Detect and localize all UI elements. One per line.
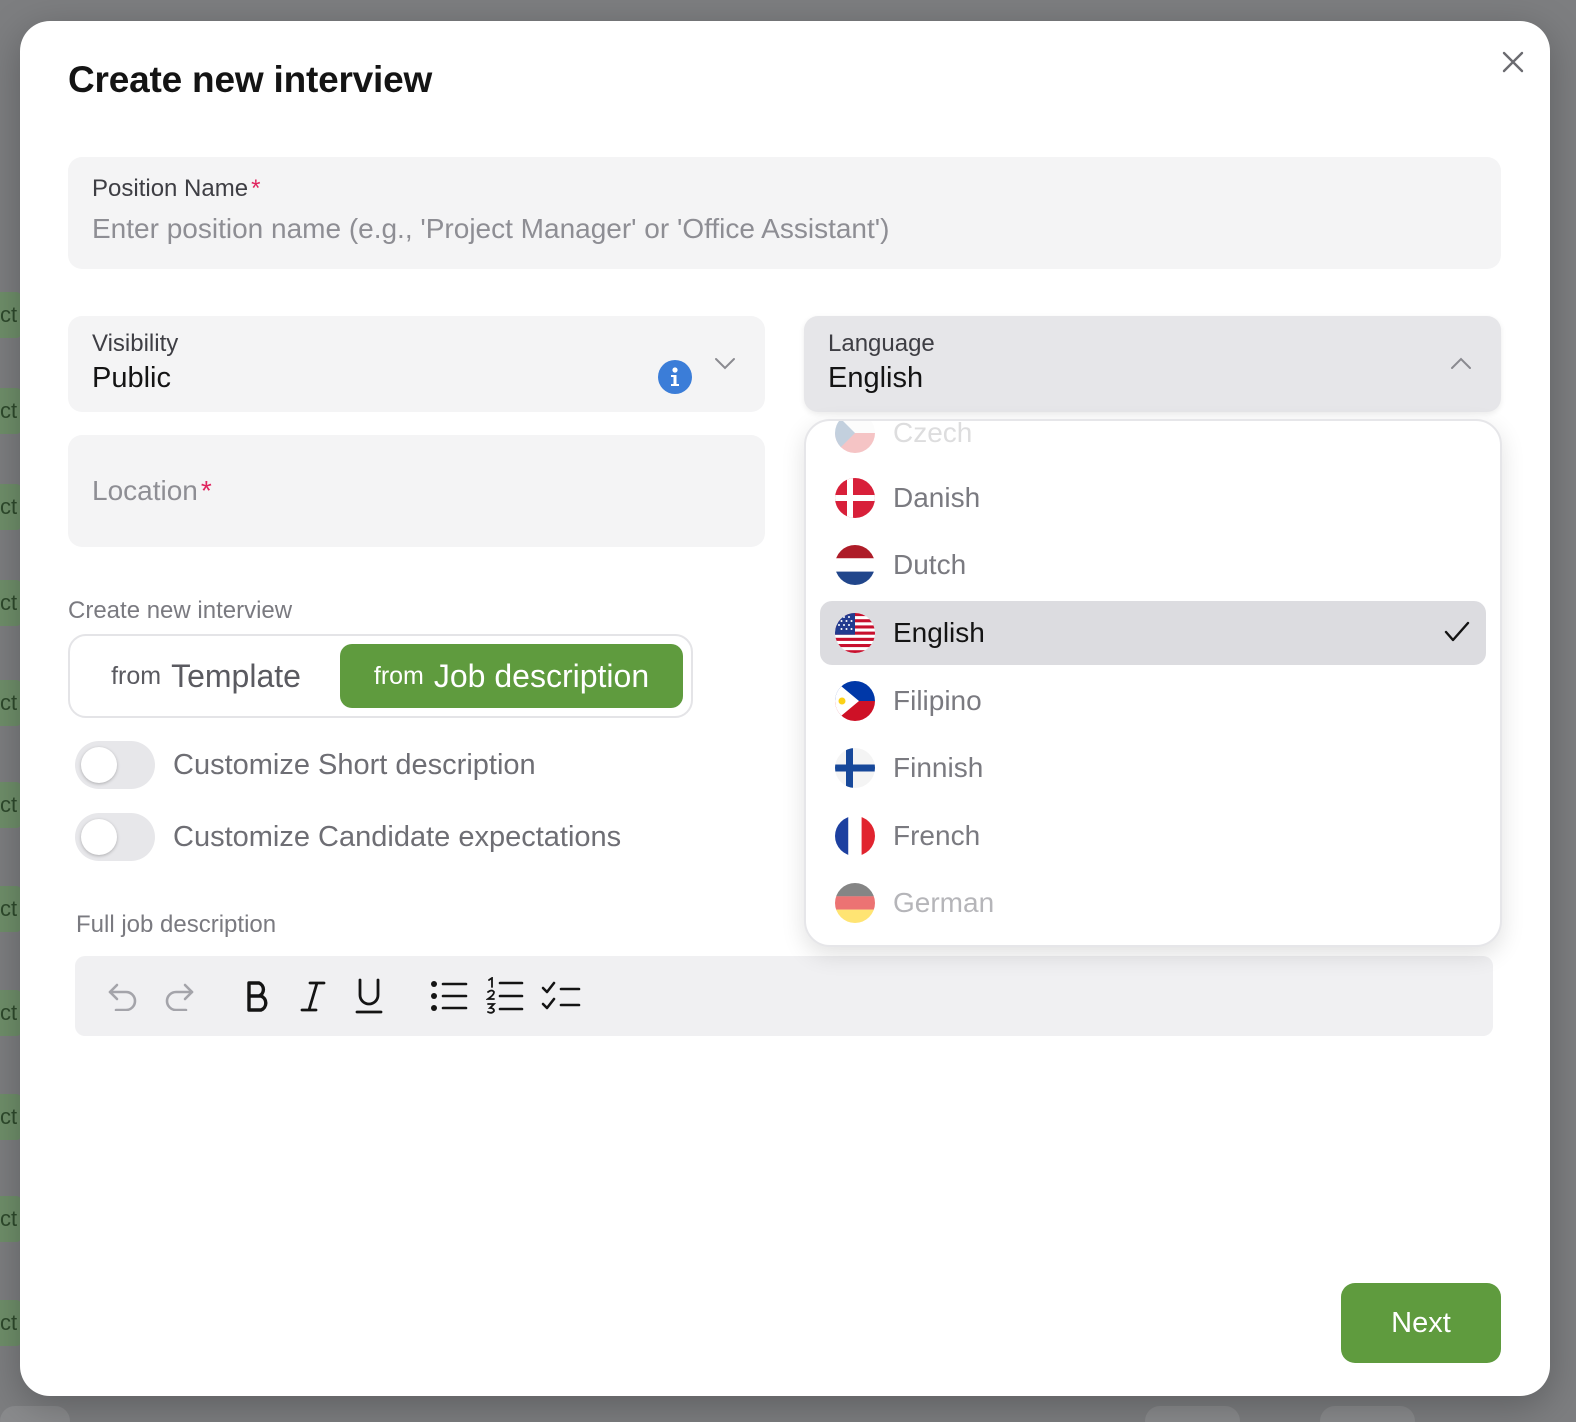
philippines-flag-icon <box>835 681 875 721</box>
language-option-label: Danish <box>893 482 981 513</box>
background-row-badge: ct <box>0 292 22 338</box>
next-button[interactable]: Next <box>1341 1283 1501 1363</box>
language-option-french[interactable]: French <box>820 804 1486 868</box>
language-option-label: Dutch <box>893 549 967 580</box>
language-label: Language <box>828 330 935 357</box>
background-row-badge: ct <box>0 388 22 434</box>
language-option-finnish[interactable]: Finnish <box>820 736 1486 800</box>
czech-flag-icon <box>835 421 875 453</box>
bold-button[interactable] <box>235 974 279 1018</box>
info-icon[interactable] <box>658 360 692 394</box>
create-interview-modal: Create new interview Position Name * Ente… <box>20 21 1550 1396</box>
language-option-label: English <box>893 617 985 648</box>
redo-button[interactable] <box>157 974 201 1018</box>
option-label: Job description <box>433 657 650 694</box>
underline-icon[interactable] <box>354 977 384 1015</box>
toggle-label: Customize Short description <box>173 748 536 781</box>
language-option-german[interactable]: German <box>820 871 1486 935</box>
toggle-knob <box>81 747 117 783</box>
position-name-field[interactable]: Position Name * Enter position name (e.g.… <box>68 157 1501 269</box>
position-name-placeholder[interactable]: Enter position name (e.g., 'Project Mana… <box>92 213 889 245</box>
french-flag-icon <box>835 816 875 856</box>
toggle-switch[interactable] <box>75 813 155 861</box>
position-name-label-text: Position Name <box>92 175 249 202</box>
required-mark: * <box>251 175 261 202</box>
close-icon[interactable] <box>1498 47 1528 77</box>
create-mode-switch: from Template from Job description <box>68 634 693 718</box>
numbered-list-icon[interactable] <box>486 977 524 1015</box>
option-label: Template <box>171 657 301 694</box>
background-row-badge: ct <box>0 990 22 1036</box>
chevron-down-icon[interactable] <box>714 357 736 371</box>
checklist-icon[interactable] <box>541 980 581 1012</box>
background-row-badge: ct <box>0 484 22 530</box>
required-mark: * <box>200 475 212 506</box>
undo-icon[interactable] <box>106 981 140 1011</box>
close-button[interactable] <box>1498 47 1528 77</box>
from-job-description-option[interactable]: from Job description <box>340 644 683 708</box>
bullet-list-icon[interactable] <box>430 979 468 1013</box>
background-row-badge: ct <box>0 1094 22 1140</box>
background-row-badge: ct <box>0 782 22 828</box>
visibility-label: Visibility <box>92 330 179 357</box>
checkmark-icon <box>1444 621 1470 642</box>
background-row-badge: ct <box>0 680 22 726</box>
background-pill <box>1145 1406 1240 1422</box>
redo-icon[interactable] <box>162 981 196 1011</box>
italic-button[interactable] <box>291 974 335 1018</box>
language-option-czech[interactable]: Czech <box>820 419 1486 465</box>
us-flag-icon <box>835 613 875 653</box>
full-job-description-label: Full job description <box>76 911 277 938</box>
bullet-list-button[interactable] <box>427 974 471 1018</box>
customize-short-description-toggle[interactable]: Customize Short description <box>75 741 536 789</box>
location-label: Location * <box>92 475 212 507</box>
checklist-button[interactable] <box>539 974 583 1018</box>
from-template-option[interactable]: from Template <box>78 644 334 708</box>
german-flag-icon <box>835 883 875 923</box>
language-option-filipino[interactable]: Filipino <box>820 669 1486 733</box>
background-pill <box>0 1406 70 1422</box>
language-option-label: French <box>893 820 981 851</box>
underline-button[interactable] <box>347 974 391 1018</box>
location-field[interactable]: Location * <box>68 435 765 547</box>
modal-title: Create new interview <box>68 59 433 100</box>
editor-toolbar <box>75 956 1493 1036</box>
option-prefix: from <box>373 661 424 690</box>
background-pill <box>1320 1406 1415 1422</box>
customize-candidate-expectations-toggle[interactable]: Customize Candidate expectations <box>75 813 621 861</box>
language-option-label: Filipino <box>893 685 982 716</box>
visibility-select[interactable]: Visibility Public <box>68 316 765 412</box>
create-mode-label: Create new interview <box>68 597 293 624</box>
language-value: English <box>828 362 924 394</box>
bold-icon[interactable] <box>242 979 272 1013</box>
location-label-text: Location <box>92 475 198 506</box>
language-select[interactable]: Language English <box>804 316 1501 412</box>
undo-button[interactable] <box>101 974 145 1018</box>
numbered-list-button[interactable] <box>483 974 527 1018</box>
language-option-danish[interactable]: Danish <box>820 466 1486 530</box>
option-prefix: from <box>111 661 162 690</box>
toggle-switch[interactable] <box>75 741 155 789</box>
language-option-label: Czech <box>893 419 973 448</box>
dutch-flag-icon <box>835 545 875 585</box>
toggle-knob <box>81 819 117 855</box>
language-dropdown: Czech Danish Dutch English Filipino Finn… <box>804 419 1502 947</box>
position-name-label: Position Name * <box>92 175 260 203</box>
background-row-badge: ct <box>0 886 22 932</box>
finnish-flag-icon <box>835 748 875 788</box>
visibility-value: Public <box>92 362 171 394</box>
language-option-dutch[interactable]: Dutch <box>820 533 1486 597</box>
chevron-up-icon[interactable] <box>1450 356 1472 370</box>
italic-icon[interactable] <box>298 979 328 1013</box>
background-row-badge: ct <box>0 580 22 626</box>
background-row-badge: ct <box>0 1300 22 1346</box>
language-option-label: Finnish <box>893 752 984 783</box>
background-row-badge: ct <box>0 1196 22 1242</box>
language-option-label: German <box>893 887 995 918</box>
danish-flag-icon <box>835 478 875 518</box>
language-option-english[interactable]: English <box>820 601 1486 665</box>
toggle-label: Customize Candidate expectations <box>173 820 622 853</box>
